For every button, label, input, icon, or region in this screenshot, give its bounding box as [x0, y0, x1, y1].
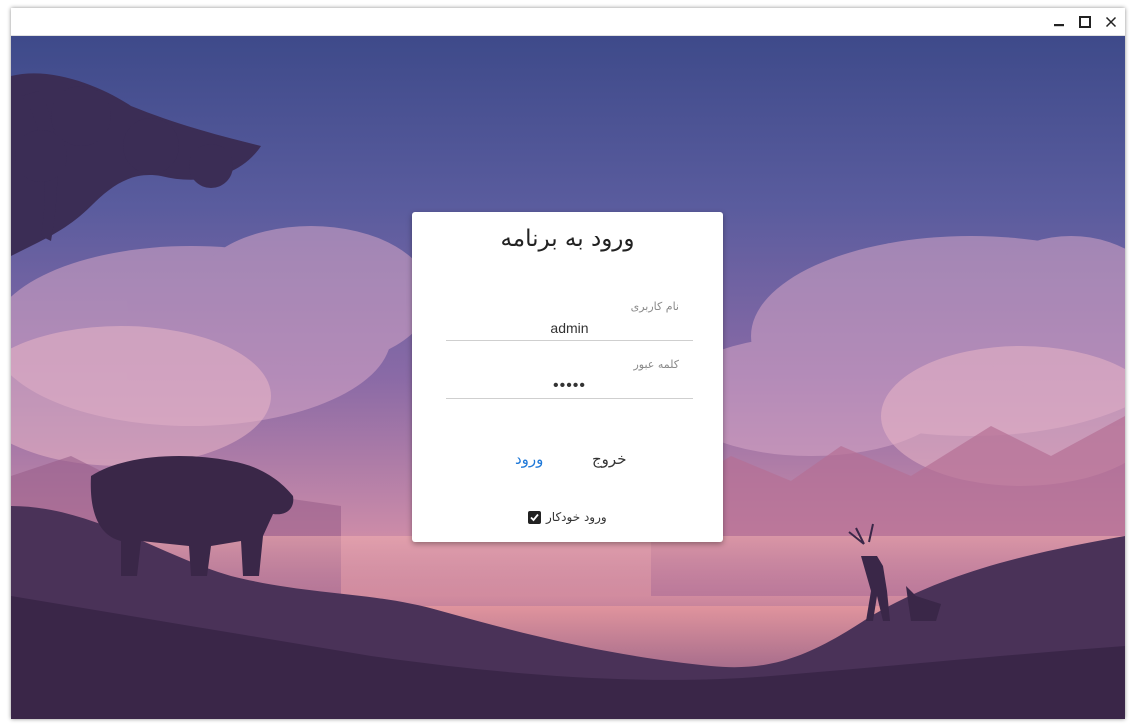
maximize-button[interactable]: [1071, 8, 1098, 35]
minimize-button[interactable]: [1045, 8, 1072, 35]
close-icon: [1105, 16, 1116, 27]
username-label: نام کاربری: [630, 300, 679, 313]
login-button[interactable]: ورود: [515, 450, 543, 468]
title-bar: [11, 8, 1125, 36]
maximize-icon: [1078, 15, 1091, 28]
checkmark-icon: [530, 513, 539, 521]
autologin-label: ورود خودکار: [546, 510, 607, 524]
dialog-title: ورود به برنامه: [500, 226, 635, 252]
username-input[interactable]: [446, 316, 693, 341]
exit-button[interactable]: خروج: [592, 450, 626, 468]
close-button[interactable]: [1097, 8, 1124, 35]
password-label: کلمه عبور: [633, 358, 679, 371]
login-dialog: ورود به برنامه نام کاربری کلمه عبور خروج…: [412, 212, 723, 542]
password-input[interactable]: [446, 374, 693, 399]
minimize-icon: [1053, 23, 1064, 26]
autologin-row[interactable]: ورود خودکار: [528, 510, 607, 524]
app-window: ورود به برنامه نام کاربری کلمه عبور خروج…: [11, 8, 1125, 719]
autologin-checkbox[interactable]: [528, 510, 541, 524]
